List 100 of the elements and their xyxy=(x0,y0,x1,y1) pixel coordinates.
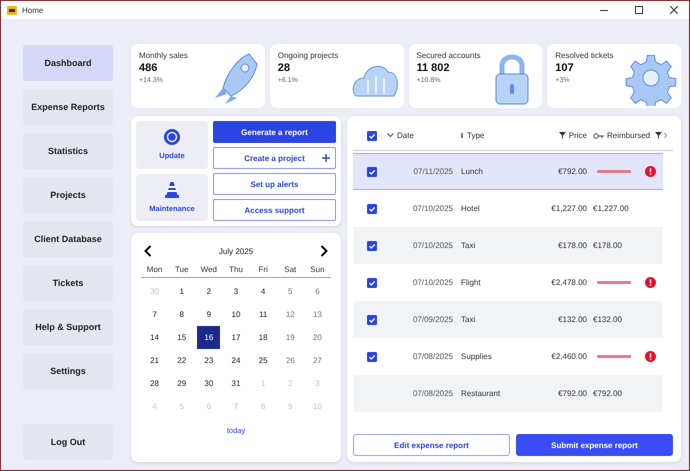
price-cell-text: €2,460.00 xyxy=(550,352,588,361)
calendar-day[interactable]: 24 xyxy=(224,349,248,372)
price-cell-text: €1,227.00 xyxy=(550,204,588,213)
date-cell-text: 07/10/2025 xyxy=(412,204,454,213)
checkbox[interactable] xyxy=(367,130,377,140)
sidebar-item[interactable]: Projects xyxy=(23,177,113,213)
calendar-day[interactable]: 18 xyxy=(252,326,275,349)
sort-handle-icon xyxy=(461,133,464,138)
sidebar-item[interactable]: Statistics xyxy=(23,133,113,169)
calendar-day[interactable]: 28 xyxy=(143,372,166,395)
calendar-day[interactable]: 15 xyxy=(170,326,194,349)
key-icon xyxy=(593,132,604,138)
calendar-day[interactable]: 21 xyxy=(143,349,166,372)
column-header[interactable]: Date xyxy=(397,131,414,140)
calendar-day[interactable]: 3 xyxy=(224,280,248,303)
refresh-icon xyxy=(164,129,180,146)
calendar-day[interactable]: 2 xyxy=(197,280,220,303)
traffic-cone-icon xyxy=(165,182,179,198)
sidebar-item[interactable]: Expense Reports xyxy=(23,89,113,125)
action-button[interactable]: Generate a report xyxy=(213,121,336,143)
table-row[interactable]: 07/11/2025 Lunch €792.00 xyxy=(353,153,663,190)
weekday-label: Fri xyxy=(257,264,269,276)
table-row[interactable]: 07/08/2025 Restaurant €792.00 €792.00 xyxy=(353,375,663,412)
type-cell-text: Supplies xyxy=(461,352,493,361)
calendar-day[interactable]: 20 xyxy=(306,326,329,349)
sidebar-item[interactable]: Tickets xyxy=(23,265,113,301)
calendar-month: July 2025 xyxy=(218,246,254,256)
chevron-down-icon xyxy=(387,133,394,138)
type-cell-text: Restaurant xyxy=(461,389,502,398)
calendar-day[interactable]: 26 xyxy=(278,349,302,372)
sidebar-item[interactable]: Client Database xyxy=(23,221,113,257)
warning-icon xyxy=(645,166,656,177)
type-cell-text: Taxi xyxy=(461,315,476,324)
checkbox[interactable] xyxy=(367,314,377,324)
stat-value: 486 xyxy=(139,62,158,74)
price-cell-text: €2,478.00 xyxy=(550,278,588,287)
plus-icon xyxy=(322,154,330,162)
date-cell-text: 07/08/2025 xyxy=(412,352,454,361)
calendar-day[interactable]: 25 xyxy=(252,349,275,372)
calendar-day[interactable]: 31 xyxy=(224,372,248,395)
action-button[interactable]: Set up alerts xyxy=(213,173,336,195)
column-header[interactable]: Type xyxy=(467,131,484,140)
calendar-day[interactable]: 14 xyxy=(143,326,166,349)
calendar-day[interactable]: 16 xyxy=(197,326,220,349)
price-cell-text: €178.00 xyxy=(557,241,588,250)
column-header[interactable]: Price xyxy=(568,131,587,140)
sidebar-item[interactable]: Help & Support xyxy=(23,309,113,345)
maximize-icon[interactable] xyxy=(635,6,643,14)
calendar-day[interactable]: 23 xyxy=(197,349,220,372)
type-cell-text: Taxi xyxy=(461,241,476,250)
sidebar-item[interactable]: Dashboard xyxy=(23,45,113,81)
expense-report-button[interactable]: Submit expense report xyxy=(516,434,673,456)
calendar-day[interactable]: 4 xyxy=(252,280,275,303)
action-button[interactable]: Access support xyxy=(213,199,336,221)
checkbox[interactable] xyxy=(367,240,377,250)
date-cell-text: 07/08/2025 xyxy=(412,389,454,398)
stat-label: Ongoing projects xyxy=(278,51,340,60)
stat-label: Secured accounts xyxy=(416,51,482,60)
expense-report-button[interactable]: Edit expense report xyxy=(353,434,510,456)
stat-label: Resolved tickets xyxy=(555,51,614,60)
date-cell-text: 07/10/2025 xyxy=(412,241,454,250)
calendar-day[interactable]: 11 xyxy=(252,303,275,326)
checkbox[interactable] xyxy=(367,352,377,362)
calendar-day[interactable]: 27 xyxy=(306,349,329,372)
close-icon[interactable] xyxy=(670,6,678,14)
table-row[interactable]: 07/09/2025 Taxi €132.00 €132.00 xyxy=(353,301,663,338)
calendar-day[interactable]: 17 xyxy=(224,326,248,349)
calendar-day[interactable]: 8 xyxy=(170,303,194,326)
calendar-day[interactable]: 7 xyxy=(143,303,166,326)
checkbox[interactable] xyxy=(367,166,377,176)
table-row[interactable]: 07/10/2025 Taxi €178.00 €178.00 xyxy=(353,227,663,264)
calendar-day[interactable]: 29 xyxy=(170,372,194,395)
calendar-day[interactable]: 6 xyxy=(306,280,329,303)
calendar-day[interactable]: 13 xyxy=(306,303,329,326)
previous-month-icon[interactable] xyxy=(144,245,152,257)
date-cell-text: 07/10/2025 xyxy=(412,278,454,287)
calendar-day[interactable]: 22 xyxy=(170,349,194,372)
stat-value: 11 802 xyxy=(416,62,451,74)
calendar-day[interactable]: 30 xyxy=(197,372,220,395)
action-button[interactable]: Create a project xyxy=(213,147,336,169)
calendar-day[interactable]: 10 xyxy=(224,303,248,326)
next-month-icon[interactable] xyxy=(320,245,328,257)
calendar-day[interactable]: 12 xyxy=(278,303,302,326)
warning-icon xyxy=(645,277,656,288)
weekday-label: Tue xyxy=(174,264,190,276)
reimbursed-cell-text: €1,227.00 xyxy=(593,204,630,213)
calendar-day[interactable]: 9 xyxy=(197,303,220,326)
column-header[interactable]: Reimbursed xyxy=(607,131,650,140)
checkbox[interactable] xyxy=(367,204,377,214)
checkbox[interactable] xyxy=(367,278,377,288)
calendar-day[interactable]: 19 xyxy=(278,326,302,349)
calendar-day[interactable]: 5 xyxy=(278,280,302,303)
price-cell-text: €792.00 xyxy=(557,389,588,398)
date-cell-text: 07/09/2025 xyxy=(412,315,454,324)
reimbursed-cell-text: €132.00 xyxy=(593,315,623,324)
calendar-day[interactable]: 1 xyxy=(170,280,194,303)
date-cell-text: 07/11/2025 xyxy=(412,167,454,176)
filter-icon[interactable] xyxy=(655,132,667,139)
sidebar-item[interactable]: Settings xyxy=(23,353,113,389)
logout-button[interactable]: Log Out xyxy=(23,424,113,460)
